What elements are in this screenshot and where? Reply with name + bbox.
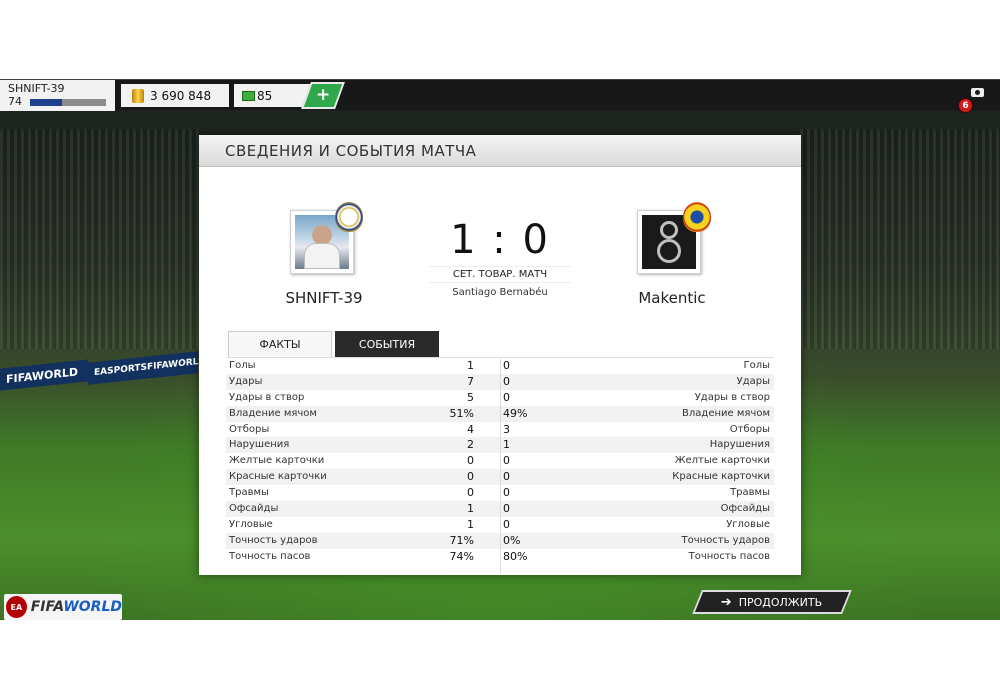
stat-value-home: 2: [467, 438, 474, 452]
continue-button-content: ➔ ПРОДОЛЖИТЬ: [721, 595, 822, 610]
away-team-name: Makentic: [638, 289, 706, 307]
person-body-icon: [304, 243, 340, 269]
panel-title: СВЕДЕНИЯ И СОБЫТИЯ МАТЧА: [225, 142, 477, 160]
stat-label-home: Нарушения: [229, 439, 290, 451]
plus-icon: +: [315, 85, 331, 105]
stat-value-away: 0: [503, 517, 510, 531]
stat-label-away: Желтые карточки: [674, 455, 770, 467]
stat-value-away: 49%: [503, 406, 528, 420]
camera-icon[interactable]: [971, 88, 984, 97]
match-score: 1 : 0: [450, 217, 550, 263]
stat-value-home: 71%: [449, 533, 474, 547]
stat-value-home: 1: [467, 502, 474, 516]
stat-value-home: 4: [467, 422, 474, 436]
stat-value-away: 80%: [503, 549, 528, 563]
stat-label-home: Желтые карточки: [229, 455, 325, 467]
stat-value-away: 3: [503, 422, 510, 436]
stat-value-home: 0: [467, 470, 474, 484]
logo-text-fifa: FIFA: [30, 599, 64, 615]
stat-label-away: Удары в створ: [694, 391, 770, 403]
stat-label-home: Удары: [229, 375, 263, 387]
stat-label-home: Владение мячом: [229, 407, 317, 419]
coins-display: 3 690 848: [121, 84, 229, 107]
arrow-right-icon: ➔: [721, 594, 733, 610]
stat-label-home: Точность пасов: [229, 550, 311, 562]
stat-label-away: Офсайды: [720, 503, 770, 515]
stats-divider: [500, 358, 501, 573]
player-info[interactable]: SHNIFT-39 74: [0, 80, 115, 111]
person-icon: [312, 225, 332, 245]
xp-progress-bar: [30, 99, 106, 106]
coins-icon: [132, 88, 144, 103]
stat-value-home: 0: [467, 454, 474, 468]
panel-header: СВЕДЕНИЯ И СОБЫТИЯ МАТЧА: [199, 135, 801, 167]
stat-value-home: 51%: [449, 406, 474, 420]
logo-text-world: WORLD: [63, 599, 122, 615]
logo-text: FIFAWORLD: [31, 599, 122, 615]
stat-value-away: 0: [503, 502, 510, 516]
stat-value-away: 0: [503, 374, 510, 388]
tab-events[interactable]: СОБЫТИЯ: [335, 331, 439, 357]
stat-label-away: Владение мячом: [682, 407, 770, 419]
adboard-left-2: EASPORTSFIFAWORLD: [88, 351, 206, 385]
stat-label-home: Точность ударов: [229, 534, 318, 546]
notification-badge[interactable]: 6: [958, 98, 973, 113]
fifa-points-icon: [242, 90, 255, 101]
stat-value-away: 0%: [503, 533, 521, 547]
stat-label-home: Голы: [229, 360, 256, 371]
match-type: СЕТ. ТОВАР. МАТЧ: [429, 266, 571, 283]
stadium-name: Santiago Bernabéu: [452, 287, 548, 298]
stadium-stand-left: [0, 129, 200, 349]
stat-value-away: 0: [503, 390, 510, 404]
stat-value-away: 0: [503, 454, 510, 468]
stat-label-home: Травмы: [229, 487, 269, 499]
stat-label-away: Удары: [736, 375, 770, 387]
stat-label-home: Красные карточки: [229, 471, 327, 483]
stat-value-away: 0: [503, 486, 510, 500]
stat-label-away: Угловые: [726, 518, 770, 530]
adboard-left: FIFAWORLD: [0, 359, 88, 391]
stat-label-away: Нарушения: [709, 439, 770, 451]
fifa-world-logo: EA FIFAWORLD: [4, 594, 122, 620]
xp-progress-fill: [30, 99, 62, 106]
stat-label-away: Точность пасов: [688, 550, 770, 562]
coins-value: 3 690 848: [150, 88, 212, 103]
ea-sports-icon: EA: [6, 596, 27, 618]
game-screen: FIFAWORLD EASPORTSFIFAWORLD SHNIFT-39 74…: [0, 79, 1000, 620]
stat-value-home: 1: [467, 359, 474, 372]
stat-label-home: Угловые: [229, 518, 273, 530]
stat-value-away: 1: [503, 438, 510, 452]
stat-value-home: 0: [467, 486, 474, 500]
fifa-points-value: 85: [257, 88, 273, 103]
top-bar: SHNIFT-39 74 3 690 848 85 + 6: [0, 79, 1000, 113]
home-team-name: SHNIFT-39: [285, 289, 363, 307]
villarreal-crest-icon: [683, 202, 711, 232]
stat-value-home: 7: [467, 374, 474, 388]
ring-icon: [660, 221, 678, 239]
stat-label-home: Удары в створ: [229, 391, 305, 403]
stat-label-away: Голы: [743, 360, 770, 371]
stat-value-away: 0: [503, 470, 510, 484]
stat-value-away: 0: [503, 359, 510, 372]
stat-label-home: Офсайды: [229, 503, 279, 515]
stat-value-home: 74%: [449, 549, 474, 563]
tab-facts[interactable]: ФАКТЫ: [228, 331, 332, 357]
continue-label: ПРОДОЛЖИТЬ: [739, 595, 823, 609]
player-level: 74: [8, 95, 22, 108]
continue-button[interactable]: ➔ ПРОДОЛЖИТЬ: [692, 590, 852, 614]
fifa-points-display: 85: [234, 84, 312, 107]
stadium-stand-right: [800, 129, 1000, 349]
player-name: SHNIFT-39: [8, 82, 65, 95]
stat-label-away: Точность ударов: [681, 534, 770, 546]
stat-label-home: Отборы: [229, 423, 270, 435]
stat-label-away: Красные карточки: [672, 471, 770, 483]
real-madrid-crest-icon: [335, 202, 363, 232]
match-details-panel: СВЕДЕНИЯ И СОБЫТИЯ МАТЧА SHNIFT-39 1 : 0…: [199, 135, 801, 575]
stat-label-away: Травмы: [730, 487, 770, 499]
ring-icon-lower: [657, 239, 681, 263]
stat-label-away: Отборы: [729, 423, 770, 435]
stat-value-home: 1: [467, 517, 474, 531]
stat-value-home: 5: [467, 390, 474, 404]
